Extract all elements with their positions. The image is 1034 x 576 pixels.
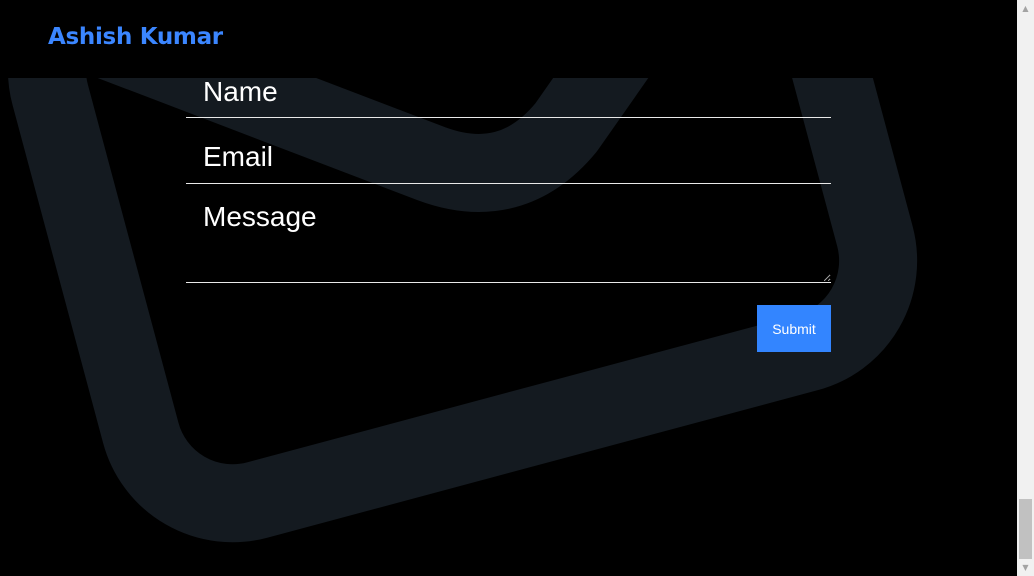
message-textarea[interactable] — [186, 184, 831, 283]
email-input[interactable] — [186, 118, 831, 184]
brand-logo[interactable]: Ashish Kumar — [48, 24, 223, 50]
scroll-up-arrow-icon[interactable]: ▲ — [1017, 0, 1034, 17]
scrollbar-thumb[interactable] — [1019, 499, 1032, 559]
submit-button[interactable]: Submit — [757, 305, 831, 352]
navbar: Ashish Kumar — [0, 0, 1017, 78]
contact-form: Submit — [186, 0, 831, 576]
vertical-scrollbar[interactable]: ▲ ▼ — [1017, 0, 1034, 576]
contact-page: Ashish Kumar Submit — [0, 0, 1017, 576]
scroll-down-arrow-icon[interactable]: ▼ — [1017, 559, 1034, 576]
